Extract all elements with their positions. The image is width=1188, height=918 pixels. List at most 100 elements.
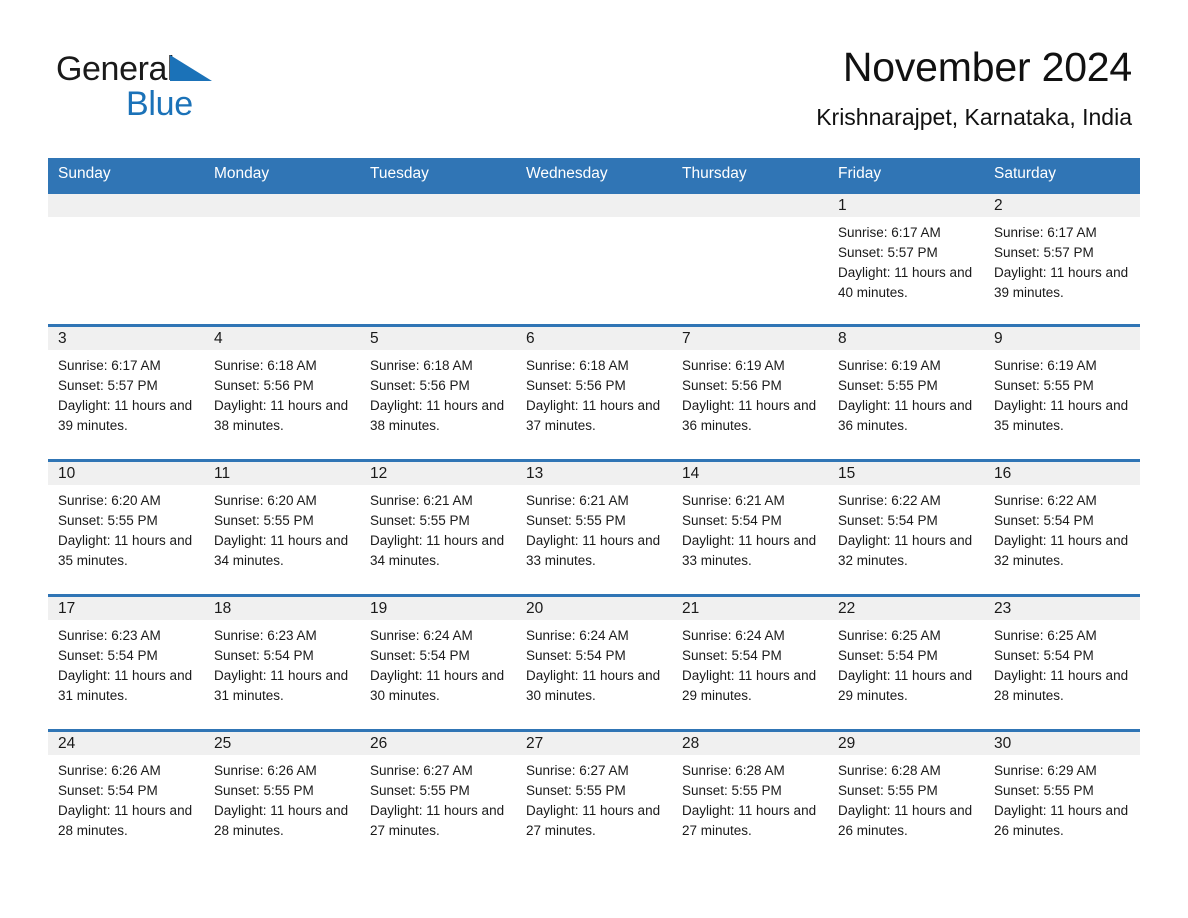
day-details: Sunrise: 6:19 AM Sunset: 5:55 PM Daylight:…	[984, 350, 1140, 436]
calendar-day-cell[interactable]: 4 Sunrise: 6:18 AM Sunset: 5:56 PM Daylight…	[204, 324, 360, 461]
daylight-text: Daylight: 11 hours and 27 minutes.	[526, 803, 661, 838]
day-details: Sunrise: 6:25 AM Sunset: 5:54 PM Daylight:…	[984, 620, 1140, 706]
sunrise-text: Sunrise: 6:18 AM	[526, 358, 629, 373]
logo-text-blue: Blue	[126, 85, 193, 123]
calendar-day-cell[interactable]: 17 Sunrise: 6:23 AM Sunset: 5:54 PM Dayligh…	[48, 594, 204, 731]
day-number: 1	[828, 194, 984, 217]
sunrise-text: Sunrise: 6:17 AM	[838, 225, 941, 240]
day-details: Sunrise: 6:17 AM Sunset: 5:57 PM Daylight:…	[984, 217, 1140, 303]
day-cell-inner: 12 Sunrise: 6:21 AM Sunset: 5:55 PM Dayligh…	[360, 462, 516, 594]
calendar-day-cell[interactable]: 16 Sunrise: 6:22 AM Sunset: 5:54 PM Dayligh…	[984, 459, 1140, 596]
day-number: 2	[984, 194, 1140, 217]
generalblue-logo[interactable]: General Blue	[56, 50, 316, 126]
day-details: Sunrise: 6:23 AM Sunset: 5:54 PM Daylight:…	[48, 620, 204, 706]
day-number	[516, 194, 672, 217]
day-details: Sunrise: 6:28 AM Sunset: 5:55 PM Daylight:…	[828, 755, 984, 841]
day-details: Sunrise: 6:24 AM Sunset: 5:54 PM Daylight:…	[672, 620, 828, 706]
day-details: Sunrise: 6:24 AM Sunset: 5:54 PM Daylight:…	[360, 620, 516, 706]
calendar-day-cell[interactable]: 21 Sunrise: 6:24 AM Sunset: 5:54 PM Dayligh…	[672, 594, 828, 731]
sunrise-text: Sunrise: 6:17 AM	[994, 225, 1097, 240]
day-number: 26	[360, 732, 516, 755]
sunrise-text: Sunrise: 6:24 AM	[526, 628, 629, 643]
calendar-header-row: Sunday Monday Tuesday Wednesday Thursday…	[48, 158, 1140, 193]
calendar-day-cell[interactable]: 20 Sunrise: 6:24 AM Sunset: 5:54 PM Dayligh…	[516, 594, 672, 731]
day-number	[204, 194, 360, 217]
day-cell-inner: 16 Sunrise: 6:22 AM Sunset: 5:54 PM Dayligh…	[984, 462, 1140, 594]
calendar-day-cell[interactable]: 6 Sunrise: 6:18 AM Sunset: 5:56 PM Daylight…	[516, 324, 672, 461]
daylight-text: Daylight: 11 hours and 39 minutes.	[58, 398, 193, 433]
calendar-day-cell[interactable]: 9 Sunrise: 6:19 AM Sunset: 5:55 PM Daylight…	[984, 324, 1140, 461]
sunset-text: Sunset: 5:55 PM	[214, 513, 314, 528]
calendar-day-cell[interactable]: 1 Sunrise: 6:17 AM Sunset: 5:57 PM Daylight…	[828, 191, 984, 326]
day-number: 21	[672, 597, 828, 620]
day-number: 17	[48, 597, 204, 620]
sunrise-text: Sunrise: 6:20 AM	[58, 493, 161, 508]
calendar-day-cell[interactable]: 7 Sunrise: 6:19 AM Sunset: 5:56 PM Daylight…	[672, 324, 828, 461]
daylight-text: Daylight: 11 hours and 30 minutes.	[526, 668, 661, 703]
sunrise-text: Sunrise: 6:21 AM	[526, 493, 629, 508]
calendar-week-row: 24 Sunrise: 6:26 AM Sunset: 5:54 PM Dayligh…	[48, 729, 1140, 864]
day-cell-inner: 6 Sunrise: 6:18 AM Sunset: 5:56 PM Daylight…	[516, 327, 672, 459]
calendar-day-cell[interactable]: 5 Sunrise: 6:18 AM Sunset: 5:56 PM Daylight…	[360, 324, 516, 461]
day-number: 7	[672, 327, 828, 350]
day-number: 13	[516, 462, 672, 485]
calendar-day-cell[interactable]: 23 Sunrise: 6:25 AM Sunset: 5:54 PM Dayligh…	[984, 594, 1140, 731]
calendar-day-cell[interactable]: 15 Sunrise: 6:22 AM Sunset: 5:54 PM Dayligh…	[828, 459, 984, 596]
daylight-text: Daylight: 11 hours and 34 minutes.	[370, 533, 505, 568]
calendar-week-row: 17 Sunrise: 6:23 AM Sunset: 5:54 PM Dayligh…	[48, 594, 1140, 731]
calendar-day-cell[interactable]: 29 Sunrise: 6:28 AM Sunset: 5:55 PM Dayligh…	[828, 729, 984, 864]
triangle-icon	[170, 55, 213, 81]
calendar-day-cell[interactable]: 24 Sunrise: 6:26 AM Sunset: 5:54 PM Dayligh…	[48, 729, 204, 864]
daylight-text: Daylight: 11 hours and 29 minutes.	[838, 668, 973, 703]
calendar-week-row: 10 Sunrise: 6:20 AM Sunset: 5:55 PM Dayligh…	[48, 459, 1140, 596]
calendar-day-cell[interactable]: 25 Sunrise: 6:26 AM Sunset: 5:55 PM Dayligh…	[204, 729, 360, 864]
daylight-text: Daylight: 11 hours and 38 minutes.	[214, 398, 349, 433]
daylight-text: Daylight: 11 hours and 35 minutes.	[58, 533, 193, 568]
sunset-text: Sunset: 5:56 PM	[214, 378, 314, 393]
day-cell-inner: 21 Sunrise: 6:24 AM Sunset: 5:54 PM Dayligh…	[672, 597, 828, 729]
day-details: Sunrise: 6:24 AM Sunset: 5:54 PM Daylight:…	[516, 620, 672, 706]
calendar-day-cell[interactable]: 14 Sunrise: 6:21 AM Sunset: 5:54 PM Dayligh…	[672, 459, 828, 596]
day-details: Sunrise: 6:23 AM Sunset: 5:54 PM Daylight:…	[204, 620, 360, 706]
calendar-day-cell[interactable]: 22 Sunrise: 6:25 AM Sunset: 5:54 PM Dayligh…	[828, 594, 984, 731]
day-cell-inner	[672, 194, 828, 324]
daylight-text: Daylight: 11 hours and 33 minutes.	[682, 533, 817, 568]
calendar-day-cell[interactable]: 10 Sunrise: 6:20 AM Sunset: 5:55 PM Dayligh…	[48, 459, 204, 596]
day-cell-inner: 20 Sunrise: 6:24 AM Sunset: 5:54 PM Dayligh…	[516, 597, 672, 729]
sunrise-text: Sunrise: 6:28 AM	[838, 763, 941, 778]
calendar-day-cell[interactable]: 19 Sunrise: 6:24 AM Sunset: 5:54 PM Dayligh…	[360, 594, 516, 731]
calendar-day-cell[interactable]: 27 Sunrise: 6:27 AM Sunset: 5:55 PM Dayligh…	[516, 729, 672, 864]
day-details: Sunrise: 6:21 AM Sunset: 5:55 PM Daylight:…	[516, 485, 672, 571]
day-details: Sunrise: 6:21 AM Sunset: 5:54 PM Daylight:…	[672, 485, 828, 571]
sunrise-text: Sunrise: 6:21 AM	[370, 493, 473, 508]
sunset-text: Sunset: 5:54 PM	[682, 648, 782, 663]
daylight-text: Daylight: 11 hours and 30 minutes.	[370, 668, 505, 703]
sunset-text: Sunset: 5:56 PM	[526, 378, 626, 393]
sunrise-text: Sunrise: 6:26 AM	[58, 763, 161, 778]
calendar-day-cell[interactable]: 12 Sunrise: 6:21 AM Sunset: 5:55 PM Dayligh…	[360, 459, 516, 596]
calendar-day-cell[interactable]: 26 Sunrise: 6:27 AM Sunset: 5:55 PM Dayligh…	[360, 729, 516, 864]
daylight-text: Daylight: 11 hours and 26 minutes.	[838, 803, 973, 838]
sunrise-text: Sunrise: 6:22 AM	[994, 493, 1097, 508]
day-details: Sunrise: 6:17 AM Sunset: 5:57 PM Daylight:…	[828, 217, 984, 303]
calendar-day-cell[interactable]: 11 Sunrise: 6:20 AM Sunset: 5:55 PM Dayligh…	[204, 459, 360, 596]
day-details: Sunrise: 6:28 AM Sunset: 5:55 PM Daylight:…	[672, 755, 828, 841]
calendar-day-cell[interactable]: 8 Sunrise: 6:19 AM Sunset: 5:55 PM Daylight…	[828, 324, 984, 461]
day-cell-inner: 23 Sunrise: 6:25 AM Sunset: 5:54 PM Dayligh…	[984, 597, 1140, 729]
logo-text-general: General	[56, 50, 175, 88]
day-cell-inner: 25 Sunrise: 6:26 AM Sunset: 5:55 PM Dayligh…	[204, 732, 360, 864]
calendar-day-cell[interactable]: 18 Sunrise: 6:23 AM Sunset: 5:54 PM Dayligh…	[204, 594, 360, 731]
sunrise-text: Sunrise: 6:23 AM	[214, 628, 317, 643]
calendar-week-row: 1 Sunrise: 6:17 AM Sunset: 5:57 PM Daylight…	[48, 191, 1140, 326]
sunrise-text: Sunrise: 6:28 AM	[682, 763, 785, 778]
calendar-day-cell[interactable]: 30 Sunrise: 6:29 AM Sunset: 5:55 PM Dayligh…	[984, 729, 1140, 864]
calendar-day-cell[interactable]: 28 Sunrise: 6:28 AM Sunset: 5:55 PM Dayligh…	[672, 729, 828, 864]
sunset-text: Sunset: 5:55 PM	[994, 378, 1094, 393]
calendar-day-cell[interactable]: 13 Sunrise: 6:21 AM Sunset: 5:55 PM Dayligh…	[516, 459, 672, 596]
calendar-cell-empty	[204, 191, 360, 326]
calendar-day-cell[interactable]: 2 Sunrise: 6:17 AM Sunset: 5:57 PM Daylight…	[984, 191, 1140, 326]
calendar-day-cell[interactable]: 3 Sunrise: 6:17 AM Sunset: 5:57 PM Daylight…	[48, 324, 204, 461]
day-details: Sunrise: 6:22 AM Sunset: 5:54 PM Daylight:…	[828, 485, 984, 571]
day-details: Sunrise: 6:19 AM Sunset: 5:55 PM Daylight:…	[828, 350, 984, 436]
sunset-text: Sunset: 5:56 PM	[682, 378, 782, 393]
